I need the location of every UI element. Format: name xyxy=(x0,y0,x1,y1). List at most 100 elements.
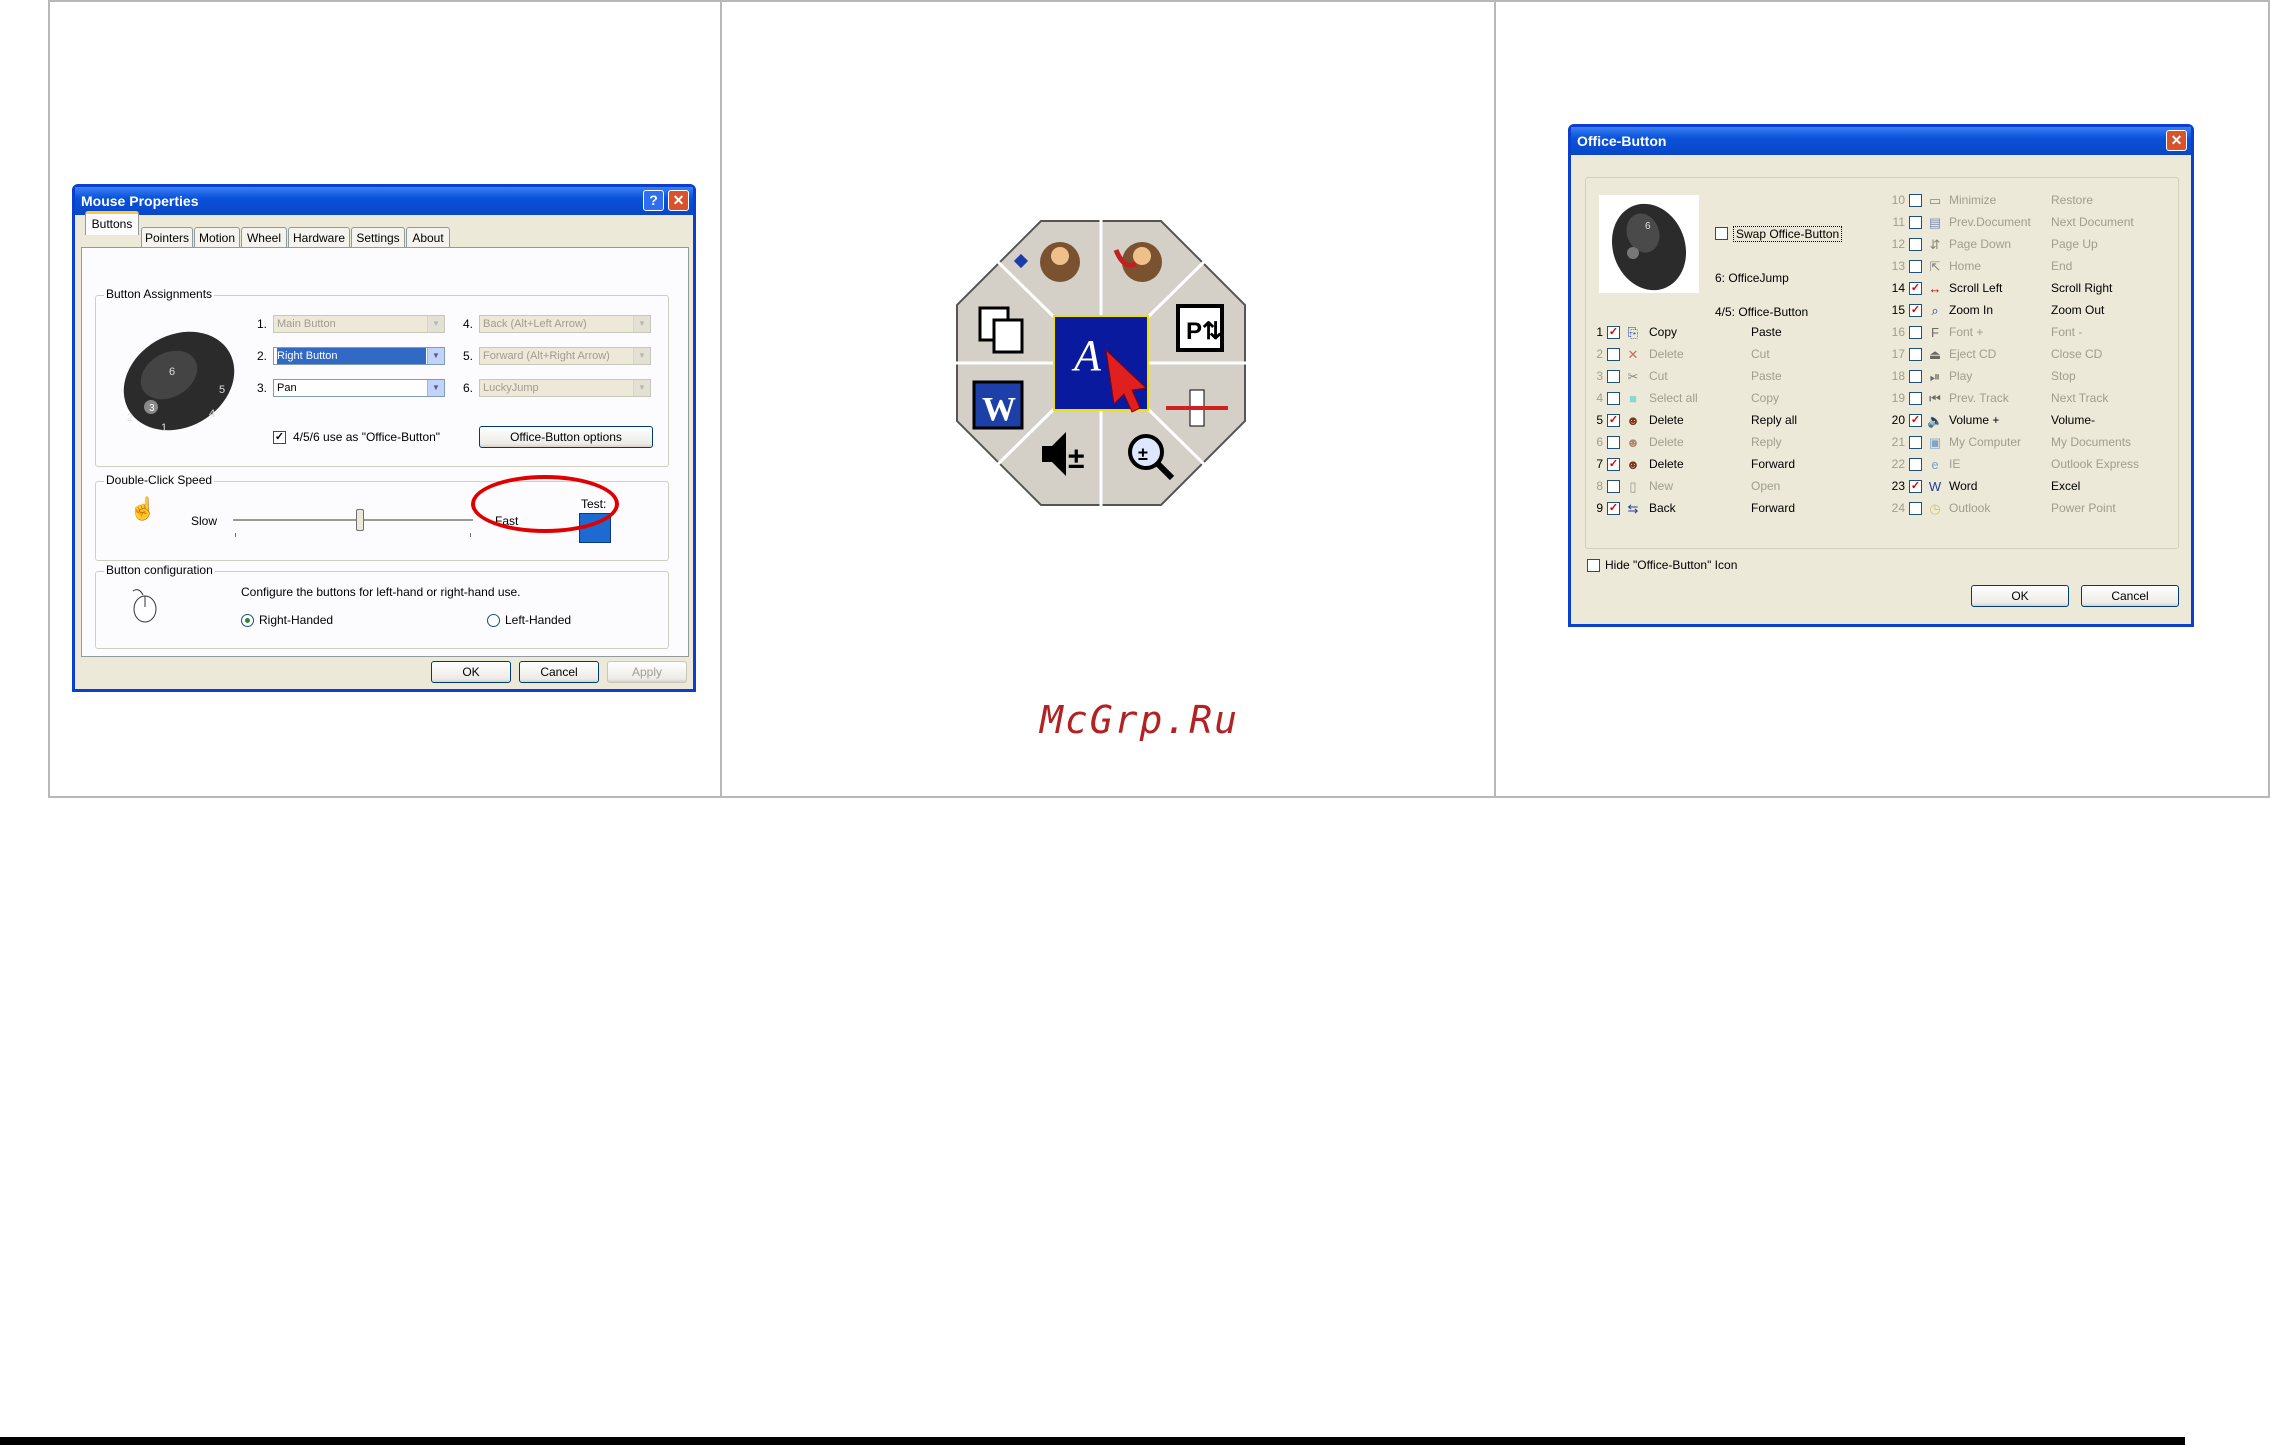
scissors-icon: ✂ xyxy=(1627,369,1639,384)
volume-icon: 🔈 xyxy=(1927,413,1944,428)
function-checkbox[interactable] xyxy=(1909,238,1922,251)
help-button[interactable]: ? xyxy=(643,190,664,211)
function-name: Prev. Track xyxy=(1949,391,2009,405)
button5-select[interactable]: Forward (Alt+Right Arrow) ▼ xyxy=(479,347,651,365)
select-all-icon: ■ xyxy=(1629,391,1637,406)
function-checkbox[interactable] xyxy=(1607,436,1620,449)
tab-about[interactable]: About xyxy=(406,227,450,247)
office-cancel-button[interactable]: Cancel xyxy=(2081,585,2179,607)
function-checkbox[interactable]: ✓ xyxy=(1909,282,1922,295)
button2-select[interactable]: Right Button ▼ xyxy=(273,347,445,365)
office-button-checkbox[interactable]: ✓ xyxy=(273,431,286,444)
watermark-text: McGrp.Ru xyxy=(1040,698,1240,742)
apply-button[interactable]: Apply xyxy=(607,661,687,683)
row-number: 23 xyxy=(1891,479,1905,493)
page-up-down-segment-icon[interactable]: P⇅ xyxy=(1176,304,1224,352)
svg-text:2: 2 xyxy=(127,412,133,424)
eject-icon: ⏏ xyxy=(1928,347,1942,362)
close-button[interactable]: ✕ xyxy=(668,190,689,211)
office-jump-label: 6: OfficeJump xyxy=(1715,271,1789,285)
tab-pointers[interactable]: Pointers xyxy=(141,227,193,247)
function-checkbox[interactable]: ✓ xyxy=(1607,326,1620,339)
copy-icon: ⎘ xyxy=(1627,325,1639,340)
tab-settings[interactable]: Settings xyxy=(351,227,405,247)
function-checkbox[interactable] xyxy=(1909,348,1922,361)
office-close-button[interactable]: ✕ xyxy=(2166,130,2187,151)
function-checkbox[interactable] xyxy=(1607,480,1620,493)
tab-motion[interactable]: Motion xyxy=(194,227,240,247)
function-checkbox[interactable] xyxy=(1607,392,1620,405)
row-number: 24 xyxy=(1891,501,1905,515)
office-mouse-image: 6 xyxy=(1599,195,1699,293)
function-checkbox[interactable]: ✓ xyxy=(1909,414,1922,427)
speed-slider-thumb[interactable] xyxy=(356,509,364,531)
tab-hardware[interactable]: Hardware xyxy=(288,227,350,247)
row-number: 13 xyxy=(1891,259,1905,273)
chevron-down-icon: ▼ xyxy=(427,380,444,396)
cancel-button[interactable]: Cancel xyxy=(519,661,599,683)
function-alternate: Next Document xyxy=(2051,215,2134,229)
function-checkbox[interactable]: ✓ xyxy=(1607,458,1620,471)
word-segment-icon[interactable]: W xyxy=(972,380,1024,430)
button2-value: Right Button xyxy=(277,348,426,364)
function-checkbox[interactable] xyxy=(1909,392,1922,405)
svg-text:P⇅: P⇅ xyxy=(1186,318,1222,345)
function-checkbox[interactable]: ✓ xyxy=(1607,502,1620,515)
speed-slider-track[interactable] xyxy=(233,519,473,522)
font-size-icon: F xyxy=(1931,325,1939,340)
function-checkbox[interactable] xyxy=(1909,194,1922,207)
function-name: My Computer xyxy=(1949,435,2022,449)
function-name: Volume + xyxy=(1949,413,2000,427)
minimize-icon: ▭ xyxy=(1928,193,1942,208)
function-alternate: Excel xyxy=(2051,479,2081,493)
function-name: Prev.Document xyxy=(1949,215,2031,229)
right-handed-radio[interactable] xyxy=(241,614,254,627)
button6-select[interactable]: LuckyJump ▼ xyxy=(479,379,651,397)
tab-wheel[interactable]: Wheel xyxy=(241,227,287,247)
mouse-config-icon xyxy=(132,589,157,623)
highlight-ellipse xyxy=(471,475,619,533)
hide-icon-checkbox[interactable] xyxy=(1587,559,1600,572)
function-name: Eject CD xyxy=(1949,347,1997,361)
slow-label: Slow xyxy=(191,514,218,528)
function-checkbox[interactable] xyxy=(1909,326,1922,339)
hand-pointer-icon: ☝ xyxy=(129,496,157,521)
row-number: 19 xyxy=(1891,391,1905,405)
tab-buttons[interactable]: Buttons xyxy=(85,211,139,235)
function-checkbox[interactable]: ✓ xyxy=(1607,414,1620,427)
function-checkbox[interactable] xyxy=(1607,370,1620,383)
button1-select[interactable]: Main Button ▼ xyxy=(273,315,445,333)
swap-office-button-checkbox[interactable] xyxy=(1715,227,1728,240)
left-handed-radio[interactable] xyxy=(487,614,500,627)
office-button-options-button[interactable]: Office-Button options xyxy=(479,426,653,448)
function-checkbox[interactable] xyxy=(1909,216,1922,229)
button3-select[interactable]: Pan ▼ xyxy=(273,379,445,397)
svg-text:1: 1 xyxy=(161,422,167,434)
function-alternate: My Documents xyxy=(2051,435,2132,449)
function-checkbox[interactable] xyxy=(1909,458,1922,471)
ok-button[interactable]: OK xyxy=(431,661,511,683)
row-number: 20 xyxy=(1891,413,1905,427)
mouse-image: 3 6 2 1 5 4 xyxy=(123,331,235,434)
function-checkbox[interactable] xyxy=(1909,502,1922,515)
function-checkbox[interactable] xyxy=(1607,348,1620,361)
function-checkbox[interactable] xyxy=(1909,260,1922,273)
function-checkbox[interactable] xyxy=(1909,436,1922,449)
bottom-rule xyxy=(0,1437,2185,1445)
function-checkbox[interactable]: ✓ xyxy=(1909,304,1922,317)
row-number: 16 xyxy=(1891,325,1905,339)
row-number: 3 xyxy=(1596,369,1603,383)
new-document-icon: ▯ xyxy=(1629,479,1637,494)
svg-text:4: 4 xyxy=(209,408,215,420)
row-number: 12 xyxy=(1891,237,1905,251)
function-checkbox[interactable] xyxy=(1909,370,1922,383)
assign-num-5: 5. xyxy=(463,349,474,363)
button4-select[interactable]: Back (Alt+Left Arrow) ▼ xyxy=(479,315,651,333)
function-alternate: Close CD xyxy=(2051,347,2103,361)
function-name: Word xyxy=(1949,479,1978,493)
office-title-bar: Office-Button ✕ xyxy=(1571,127,2191,155)
row-number: 8 xyxy=(1596,479,1603,493)
row-number: 4 xyxy=(1596,391,1603,405)
office-ok-button[interactable]: OK xyxy=(1971,585,2069,607)
function-checkbox[interactable]: ✓ xyxy=(1909,480,1922,493)
